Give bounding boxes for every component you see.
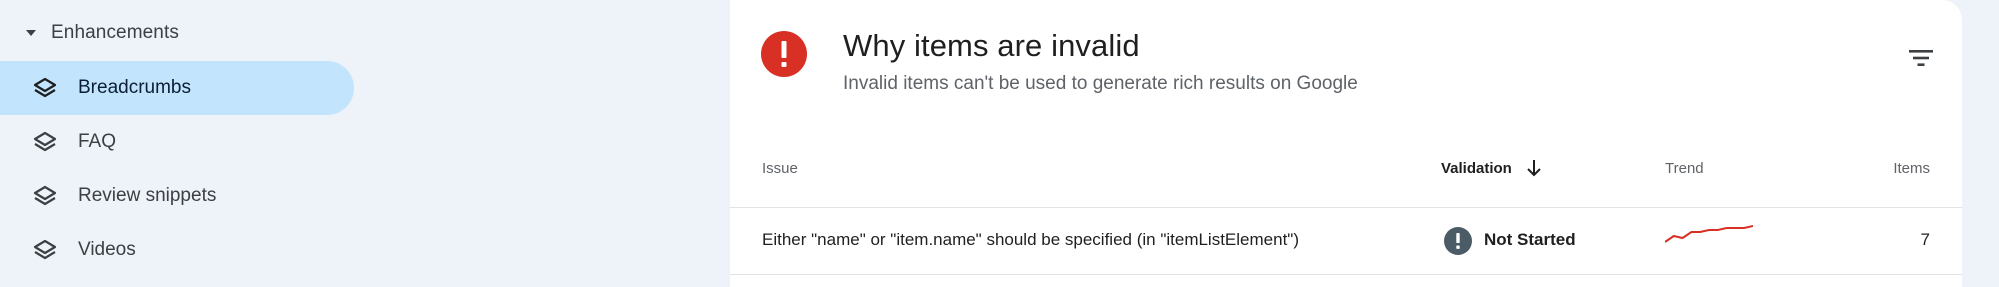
layers-icon bbox=[33, 185, 57, 206]
caret-down-icon bbox=[26, 30, 36, 36]
column-header-issue[interactable]: Issue bbox=[762, 160, 798, 177]
sidebar-item-breadcrumbs[interactable]: Breadcrumbs bbox=[0, 61, 354, 115]
sidebar: Enhancements Breadcrumbs FAQ Review snip… bbox=[0, 0, 360, 287]
arrow-down-icon[interactable] bbox=[1525, 158, 1543, 178]
section-label: Enhancements bbox=[51, 22, 179, 43]
trend-line bbox=[1665, 225, 1753, 243]
validation-status: Not Started bbox=[1484, 230, 1576, 249]
sidebar-item-review-snippets[interactable]: Review snippets bbox=[0, 169, 354, 223]
sidebar-item-label: Review snippets bbox=[78, 185, 217, 206]
card-title: Why items are invalid bbox=[843, 28, 1140, 63]
trend-sparkline bbox=[1665, 225, 1753, 243]
sidebar-item-label: Videos bbox=[78, 239, 136, 260]
column-header-items[interactable]: Items bbox=[1893, 160, 1930, 177]
card-subtitle: Invalid items can't be used to generate … bbox=[843, 73, 1358, 94]
column-header-validation[interactable]: Validation bbox=[1441, 160, 1512, 177]
sidebar-item-label: FAQ bbox=[78, 131, 117, 152]
layers-icon bbox=[33, 131, 57, 152]
sidebar-item-faq[interactable]: FAQ bbox=[0, 115, 354, 169]
row-divider bbox=[730, 274, 1962, 275]
invalid-items-card: Why items are invalid Invalid items can'… bbox=[730, 0, 1962, 287]
sidebar-item-label: Breadcrumbs bbox=[78, 77, 191, 98]
issue-text: Either "name" or "item.name" should be s… bbox=[762, 230, 1299, 249]
layers-icon bbox=[33, 77, 57, 98]
layers-icon bbox=[33, 239, 57, 260]
filter-icon bbox=[1909, 50, 1933, 66]
items-count: 7 bbox=[1920, 230, 1930, 249]
table-row[interactable]: Either "name" or "item.name" should be s… bbox=[730, 208, 1962, 274]
error-icon bbox=[761, 31, 807, 77]
enhancements-section-header[interactable]: Enhancements bbox=[0, 12, 360, 54]
filter-button[interactable] bbox=[1903, 40, 1939, 76]
status-alert-icon bbox=[1444, 227, 1472, 255]
column-header-trend[interactable]: Trend bbox=[1665, 160, 1704, 177]
sidebar-item-videos[interactable]: Videos bbox=[0, 223, 354, 277]
